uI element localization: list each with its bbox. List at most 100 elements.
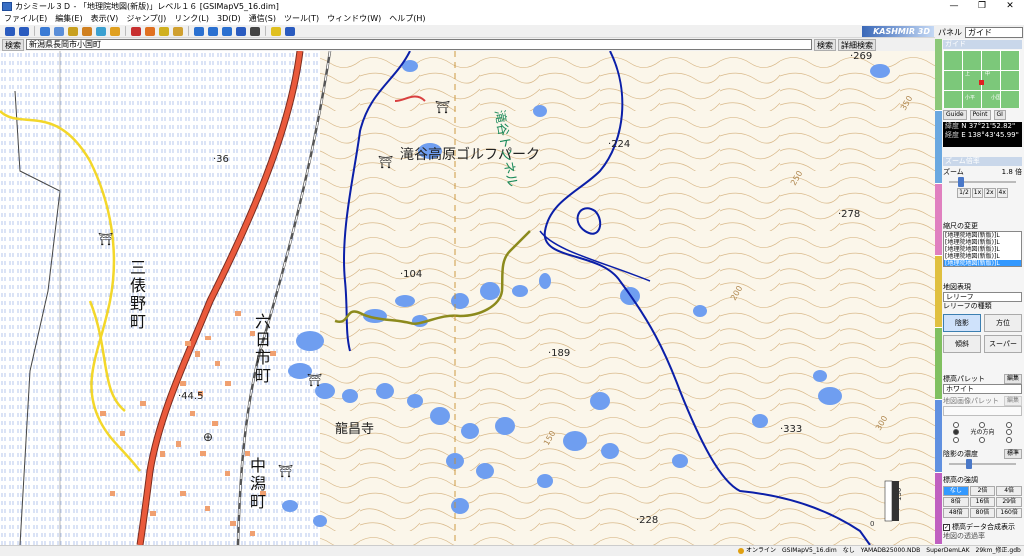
zoom-slider-thumb[interactable] xyxy=(958,177,965,187)
panel-tab-palette[interactable] xyxy=(935,328,942,401)
emphasis-option-button[interactable]: 29倍 xyxy=(996,497,1022,507)
scale-list-item[interactable]: [地理院地図(新版)]L xyxy=(944,260,1021,266)
shade-slider-thumb[interactable] xyxy=(966,459,973,469)
card-icon[interactable] xyxy=(222,26,232,36)
light-radio-nw[interactable] xyxy=(953,422,960,428)
car-icon[interactable] xyxy=(54,26,64,36)
zoom-in-icon[interactable] xyxy=(5,26,15,36)
menu-file[interactable]: ファイル(E) xyxy=(0,12,51,25)
emphasis-option-button[interactable]: 8倍 xyxy=(943,497,969,507)
panel-tab-relief[interactable] xyxy=(935,255,942,329)
menu-window[interactable]: ウィンドウ(W) xyxy=(323,12,385,25)
car-icon[interactable] xyxy=(110,26,120,36)
scale-2x-button[interactable]: 2x xyxy=(984,188,996,198)
scale-1x-button[interactable]: 1x xyxy=(971,188,984,198)
menu-3d[interactable]: 3D(D) xyxy=(213,12,245,25)
gi-tab[interactable]: GI xyxy=(993,110,1006,120)
track-icon[interactable] xyxy=(145,26,155,36)
scale-label-0: 0 xyxy=(870,520,874,528)
map-canvas[interactable]: 滝谷高原ゴルフパーク 龍昌寺 滝谷トンネル 三俵野町 六日市町 中潟町 ·269… xyxy=(0,51,935,545)
palette-select[interactable]: ホワイト xyxy=(943,384,1022,394)
light-radio-w[interactable] xyxy=(953,429,960,435)
waypoint-icon[interactable] xyxy=(131,26,141,36)
pencil-icon[interactable] xyxy=(173,26,183,36)
arrow-icon[interactable] xyxy=(194,26,204,36)
shade-palette-edit-button[interactable]: 編集 xyxy=(1003,396,1022,406)
light-radio-ne[interactable] xyxy=(1005,422,1012,428)
light-radio-sw[interactable] xyxy=(953,437,960,443)
menu-view[interactable]: 表示(V) xyxy=(87,12,123,25)
emphasis-option-button[interactable]: 160倍 xyxy=(996,508,1022,518)
panel-tab-light[interactable] xyxy=(935,400,942,473)
scale-list-item[interactable]: [地理院地図(新版)]L xyxy=(944,232,1021,239)
car-icon[interactable] xyxy=(68,26,78,36)
menu-jump[interactable]: ジャンプ(J) xyxy=(122,12,170,25)
point-tab[interactable]: Point xyxy=(969,110,991,120)
help-icon[interactable] xyxy=(285,26,295,36)
search-input[interactable]: 新潟県長岡市小国町 xyxy=(26,39,812,50)
panel-tab-scale[interactable] xyxy=(935,183,942,256)
scale-list-item[interactable]: [地理院地図(新版)]L xyxy=(944,239,1021,246)
emphasis-option-button[interactable]: なし xyxy=(943,486,969,496)
light-radio-n[interactable] xyxy=(979,422,986,428)
device-icon[interactable] xyxy=(250,26,260,36)
relief-slope-button[interactable]: 傾斜 xyxy=(943,335,981,353)
composite-checkbox-row[interactable]: ✓ 標高データ合成表示 xyxy=(943,523,1022,532)
zoom-slider[interactable] xyxy=(943,177,1022,187)
car-icon[interactable] xyxy=(82,26,92,36)
scale-list-item[interactable]: [地理院地図(新版)]L xyxy=(944,246,1021,253)
maximize-button[interactable]: ❐ xyxy=(968,0,996,12)
guide-tabs: Guide Point GI xyxy=(943,110,1022,120)
search-label-button[interactable]: 検索 xyxy=(2,38,24,51)
emphasis-option-button[interactable]: 48倍 xyxy=(943,508,969,518)
pointer-icon[interactable] xyxy=(40,26,50,36)
scale-4x-button[interactable]: 4x xyxy=(996,188,1008,198)
relief-aspect-button[interactable]: 方位 xyxy=(984,314,1022,332)
panel-select[interactable]: ガイド xyxy=(965,26,1023,38)
emphasis-option-button[interactable]: 80倍 xyxy=(969,508,996,518)
relief-select[interactable]: レリーフ xyxy=(943,292,1022,302)
panel-tab-emphasis[interactable] xyxy=(935,472,942,545)
scale-change-list[interactable]: [地理院地図(新版)]L [地理院地図(新版)]L [地理院地図(新版)]L [地理院… xyxy=(943,231,1022,267)
menu-edit[interactable]: 編集(E) xyxy=(51,12,86,25)
guide-minimap[interactable]: 上 中 小平 小国 xyxy=(943,50,1020,108)
save-icon[interactable] xyxy=(236,26,246,36)
scale-list-item[interactable]: [地理院地図(新版)]L xyxy=(944,253,1021,260)
menu-tools[interactable]: ツール(T) xyxy=(280,12,323,25)
panel-tab-zoom[interactable] xyxy=(935,111,942,184)
vertical-place-char: 町 xyxy=(130,312,146,331)
scale-half-button[interactable]: 1/2 xyxy=(957,188,971,198)
light-radio-s[interactable] xyxy=(979,437,986,443)
minimize-button[interactable]: — xyxy=(940,0,968,12)
menu-help[interactable]: ヘルプ(H) xyxy=(385,12,429,25)
shade-palette-label: 地図画像パレット xyxy=(943,396,999,405)
palette-edit-button[interactable]: 編集 xyxy=(1003,374,1022,384)
composite-checkbox[interactable]: ✓ xyxy=(943,524,950,531)
relief-type-buttons: 陰影 方位 傾斜 スーパー xyxy=(943,314,1022,353)
route-icon[interactable] xyxy=(159,26,169,36)
emphasis-option-button[interactable]: 16倍 xyxy=(969,497,996,507)
shade-strength-standard-button[interactable]: 標準 xyxy=(1003,449,1022,459)
shade-strength-slider[interactable] xyxy=(943,459,1022,469)
panel-tab-guide[interactable] xyxy=(935,39,942,112)
lamp-icon[interactable] xyxy=(271,26,281,36)
search-button[interactable]: 検索 xyxy=(814,38,836,51)
emphasis-option-button[interactable]: 4倍 xyxy=(996,486,1022,496)
guide-tab[interactable]: Guide xyxy=(943,110,967,120)
relief-shade-button[interactable]: 陰影 xyxy=(943,314,981,332)
topographic-map[interactable]: 滝谷高原ゴルフパーク 龍昌寺 滝谷トンネル 三俵野町 六日市町 中潟町 ·269… xyxy=(0,51,935,545)
post-office-icon: ⊕ xyxy=(203,430,213,444)
menu-link[interactable]: リンク(L) xyxy=(170,12,213,25)
elevation-point: ·189 xyxy=(548,348,570,359)
shade-palette-select[interactable] xyxy=(943,406,1022,416)
car-icon[interactable] xyxy=(96,26,106,36)
menu-comm[interactable]: 通信(S) xyxy=(245,12,280,25)
emphasis-option-button[interactable]: 2倍 xyxy=(969,486,996,496)
relief-super-button[interactable]: スーパー xyxy=(984,335,1022,353)
zoom-out-icon[interactable] xyxy=(19,26,29,36)
light-radio-e[interactable] xyxy=(1005,429,1012,435)
close-button[interactable]: ✕ xyxy=(996,0,1024,12)
arrows-icon[interactable] xyxy=(208,26,218,36)
light-radio-se[interactable] xyxy=(1005,437,1012,443)
detail-search-button[interactable]: 詳細検索 xyxy=(838,38,876,51)
